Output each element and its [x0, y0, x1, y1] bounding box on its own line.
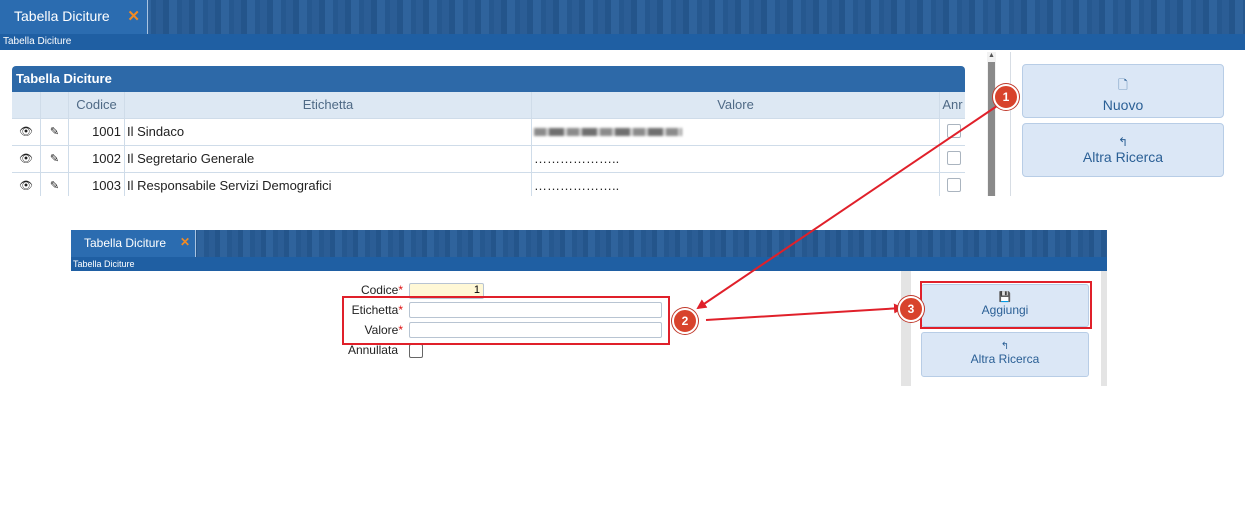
- annullata-cell[interactable]: [939, 119, 965, 145]
- undo-arrow-icon: ↰: [1117, 135, 1129, 149]
- highlight-box-fields: [342, 296, 670, 345]
- codice-cell: 1001: [68, 119, 124, 145]
- valore-cell: ………………..: [531, 173, 939, 196]
- edit-cell[interactable]: ✎: [40, 173, 68, 196]
- valore-cell: [531, 119, 939, 145]
- redacted-value: [534, 128, 682, 136]
- tab-label: Tabella Diciture: [14, 8, 110, 24]
- annullata-checkbox[interactable]: [947, 151, 961, 165]
- pencil-icon[interactable]: ✎: [41, 146, 68, 172]
- etichetta-cell: Il Segretario Generale: [124, 146, 531, 172]
- codice-cell: 1002: [68, 146, 124, 172]
- tab-bar: Tabella Diciture ✕: [71, 230, 1107, 257]
- table-row[interactable]: 👁 ✎ 1002 Il Segretario Generale ………………..: [12, 146, 965, 173]
- nuovo-label: Nuovo: [1102, 97, 1144, 113]
- tab-label: Tabella Diciture: [84, 236, 167, 250]
- codice-label-text: Codice: [360, 283, 399, 297]
- col-valore-header[interactable]: Valore: [531, 92, 939, 118]
- pencil-icon[interactable]: ✎: [41, 119, 68, 145]
- scrollbar[interactable]: ▲: [987, 52, 996, 196]
- tab-tabella-diciture[interactable]: Tabella Diciture ✕: [0, 0, 148, 34]
- table-row[interactable]: 👁 ✎ 1001 Il Sindaco: [12, 119, 965, 146]
- altra-ricerca-button[interactable]: ↰ Altra Ricerca: [921, 332, 1089, 377]
- altra-ricerca-label: Altra Ricerca: [970, 352, 1040, 366]
- valore-cell: ………………..: [531, 146, 939, 172]
- new-document-icon: 🗋: [1118, 78, 1128, 92]
- close-icon[interactable]: ✕: [180, 235, 190, 249]
- breadcrumb: Tabella Diciture: [71, 257, 1107, 271]
- panel-title: Tabella Diciture: [16, 71, 112, 86]
- col-edit-header: [40, 92, 68, 118]
- view-cell[interactable]: 👁: [12, 119, 40, 145]
- codice-cell: 1003: [68, 173, 124, 196]
- altra-ricerca-button[interactable]: ↰ Altra Ricerca: [1022, 123, 1224, 177]
- nuovo-button[interactable]: 🗋 Nuovo: [1022, 64, 1224, 118]
- tab-tabella-diciture[interactable]: Tabella Diciture ✕: [71, 230, 196, 257]
- view-cell[interactable]: 👁: [12, 173, 40, 196]
- required-mark: *: [398, 283, 403, 297]
- scroll-up-icon[interactable]: ▲: [987, 52, 996, 59]
- etichetta-cell: Il Responsabile Servizi Demografici: [124, 173, 531, 196]
- breadcrumb-label: Tabella Diciture: [3, 36, 72, 47]
- panel-header: Tabella Diciture: [12, 66, 965, 92]
- annullata-checkbox[interactable]: [947, 178, 961, 192]
- close-icon[interactable]: ✕: [127, 7, 140, 25]
- undo-arrow-icon: ↰: [1000, 341, 1010, 352]
- codice-label: Codice*: [323, 283, 403, 297]
- annullata-label: Annullata: [347, 343, 398, 357]
- edit-cell[interactable]: ✎: [40, 146, 68, 172]
- view-cell[interactable]: 👁: [12, 146, 40, 172]
- etichetta-cell: Il Sindaco: [124, 119, 531, 145]
- edit-cell[interactable]: ✎: [40, 119, 68, 145]
- col-etichetta-header[interactable]: Etichetta: [124, 92, 531, 118]
- pencil-icon[interactable]: ✎: [41, 173, 68, 196]
- annullata-cell[interactable]: [939, 173, 965, 196]
- annullata-cell[interactable]: [939, 146, 965, 172]
- eye-icon[interactable]: 👁: [12, 173, 40, 196]
- tab-bar: Tabella Diciture ✕: [0, 0, 1245, 34]
- scrollbar-thumb[interactable]: [988, 62, 995, 196]
- col-codice-header[interactable]: Codice: [68, 92, 124, 118]
- step-badge-2: 2: [672, 308, 698, 334]
- altra-ricerca-label: Altra Ricerca: [1082, 149, 1164, 165]
- results-table: Codice Etichetta Valore Anr 👁 ✎ 1001 Il …: [12, 92, 965, 196]
- highlight-box-aggiungi: [920, 281, 1092, 329]
- action-sidebar: 🗋 Nuovo ↰ Altra Ricerca: [1010, 52, 1236, 196]
- list-screen: Tabella Diciture ✕ Tabella Diciture Tabe…: [0, 0, 1245, 196]
- step-badge-1: 1: [993, 84, 1019, 110]
- breadcrumb-label: Tabella Diciture: [73, 259, 135, 269]
- col-annullata-header[interactable]: Anr: [939, 92, 965, 118]
- annullata-checkbox[interactable]: [409, 344, 423, 358]
- table-row[interactable]: 👁 ✎ 1003 Il Responsabile Servizi Demogra…: [12, 173, 965, 196]
- annullata-checkbox[interactable]: [947, 124, 961, 138]
- eye-icon[interactable]: 👁: [12, 119, 40, 145]
- breadcrumb: Tabella Diciture: [0, 34, 1245, 50]
- table-header: Codice Etichetta Valore Anr: [12, 92, 965, 119]
- step-badge-3: 3: [898, 296, 924, 322]
- eye-icon[interactable]: 👁: [12, 146, 40, 172]
- col-view-header: [12, 92, 40, 118]
